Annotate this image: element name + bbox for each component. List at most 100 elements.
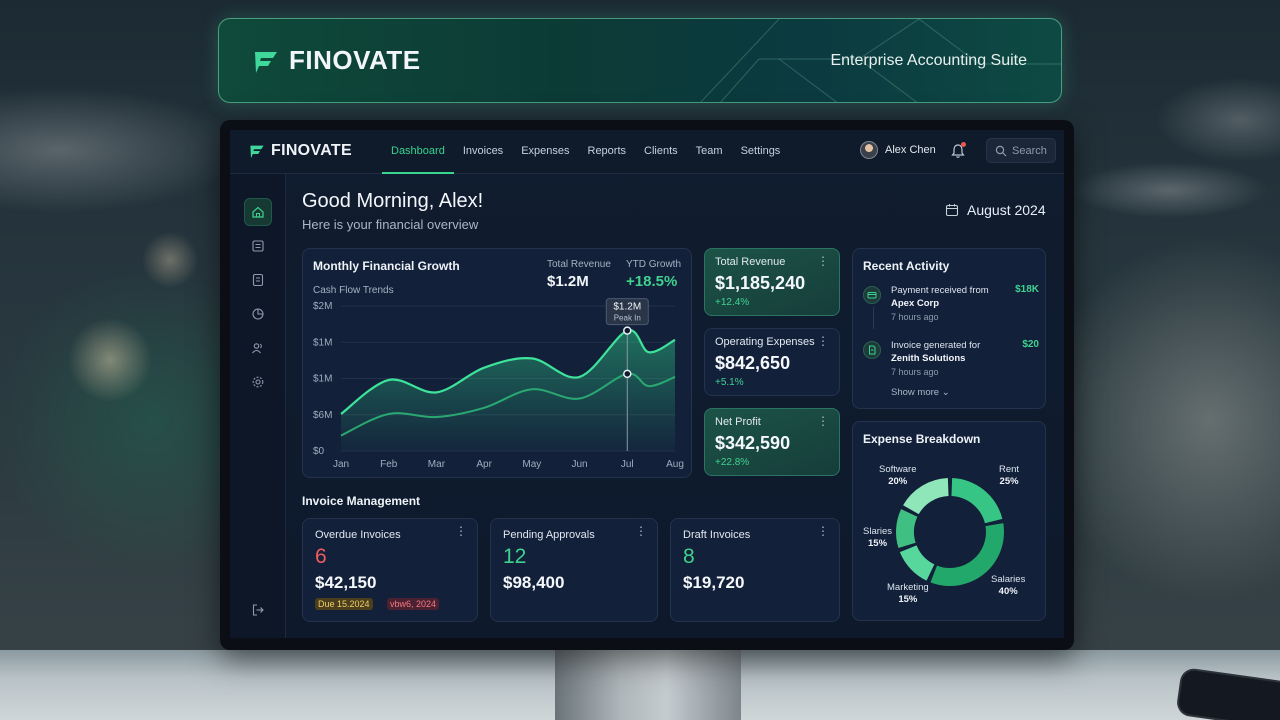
banner-tagline: Enterprise Accounting Suite bbox=[830, 52, 1027, 69]
nav-clients[interactable]: Clients bbox=[635, 130, 687, 174]
document-icon bbox=[863, 341, 881, 359]
activity-item[interactable]: Payment received from Apex Corp 7 hours … bbox=[863, 284, 1039, 324]
x-tick-label: Jan bbox=[333, 459, 349, 470]
stat-label: Operating Expenses bbox=[715, 336, 815, 348]
slice-name: Salaries bbox=[991, 574, 1026, 585]
top-navigation: FINOVATE Dashboard Invoices Expenses Rep… bbox=[230, 130, 1064, 174]
sidebar-item-analytics[interactable] bbox=[244, 300, 272, 328]
activity-amount: $20 bbox=[1022, 339, 1039, 350]
sidebar-item-invoices[interactable] bbox=[244, 232, 272, 260]
date-selector[interactable]: August 2024 bbox=[945, 202, 1046, 218]
total-revenue-value: $1.2M bbox=[547, 273, 589, 290]
slice-label-marketing: Marketing 15% bbox=[887, 582, 929, 606]
user-name: Alex Chen bbox=[885, 144, 936, 156]
invoice-management-heading: Invoice Management bbox=[302, 494, 421, 508]
logout-icon bbox=[252, 604, 264, 616]
nav-reports[interactable]: Reports bbox=[579, 130, 636, 174]
more-options-icon[interactable]: ⋮ bbox=[455, 525, 467, 537]
more-options-icon[interactable]: ⋮ bbox=[817, 415, 829, 427]
greeting-subtitle: Here is your financial overview bbox=[302, 217, 479, 232]
dashboard-screen: FINOVATE Dashboard Invoices Expenses Rep… bbox=[230, 130, 1064, 638]
slice-pct: 25% bbox=[999, 476, 1019, 487]
stat-card-operating-expenses[interactable]: Operating Expenses ⋮ $842,650 +5.1% bbox=[704, 328, 840, 396]
more-options-icon[interactable]: ⋮ bbox=[817, 335, 829, 347]
donut-slice-marketing[interactable] bbox=[899, 545, 935, 581]
activity-client: Apex Corp bbox=[891, 298, 940, 309]
nav-settings[interactable]: Settings bbox=[732, 130, 790, 174]
slice-label-slaries: Slaries 15% bbox=[863, 526, 892, 550]
notification-dot bbox=[961, 142, 966, 147]
y-tick-label: $1M bbox=[313, 374, 332, 385]
sidebar-item-users[interactable] bbox=[244, 334, 272, 362]
chevron-down-icon: ⌄ bbox=[941, 387, 950, 398]
more-options-icon[interactable]: ⋮ bbox=[817, 255, 829, 267]
nav-team[interactable]: Team bbox=[687, 130, 732, 174]
stat-change: +22.8% bbox=[715, 457, 750, 468]
invoice-label: Overdue Invoices bbox=[315, 529, 401, 541]
greeting-title: Good Morning, Alex! bbox=[302, 190, 484, 212]
nav-expenses[interactable]: Expenses bbox=[512, 130, 578, 174]
slice-label-software: Software 20% bbox=[879, 464, 917, 488]
activity-description: Invoice generated for bbox=[891, 340, 981, 351]
slice-pct: 15% bbox=[868, 538, 888, 549]
search-icon bbox=[995, 145, 1007, 156]
activity-item[interactable]: Invoice generated for Zenith Solutions 7… bbox=[863, 339, 1039, 379]
highlight-point bbox=[623, 326, 632, 335]
invoice-card-overdue[interactable]: Overdue Invoices ⋮ 6 $42,150 Due 15.2024… bbox=[302, 518, 478, 622]
due-date-badge: Due 15.2024 bbox=[315, 598, 373, 610]
home-icon bbox=[252, 206, 264, 218]
overdue-date-badge: vbw6, 2024 bbox=[387, 598, 440, 610]
recent-activity-card: Recent Activity Payment received from Ap… bbox=[852, 248, 1046, 409]
stat-card-net-profit[interactable]: Net Profit ⋮ $342,590 +22.8% bbox=[704, 408, 840, 476]
nav-brand-name: FINOVATE bbox=[271, 142, 352, 159]
x-tick-label: Jun bbox=[572, 459, 588, 470]
show-more-link[interactable]: Show more ⌄ bbox=[891, 387, 950, 398]
stat-value: $342,590 bbox=[715, 433, 791, 453]
invoice-card-pending[interactable]: Pending Approvals ⋮ 12 $98,400 bbox=[490, 518, 658, 622]
slice-pct: 40% bbox=[998, 586, 1018, 597]
activity-text: Payment received from Apex Corp bbox=[891, 284, 989, 310]
expense-breakdown-card: Expense Breakdown Software 20% Rent 25% … bbox=[852, 421, 1046, 621]
sidebar-item-tasks[interactable] bbox=[244, 266, 272, 294]
invoice-label: Pending Approvals bbox=[503, 529, 595, 541]
stat-label: Net Profit bbox=[715, 416, 761, 428]
slice-name: Software bbox=[879, 464, 917, 475]
y-tick-label: $6M bbox=[313, 410, 332, 421]
more-options-icon[interactable]: ⋮ bbox=[635, 525, 647, 537]
nav-dashboard[interactable]: Dashboard bbox=[382, 130, 454, 174]
y-tick-label: $1M bbox=[313, 337, 332, 348]
user-menu[interactable]: Alex Chen bbox=[860, 141, 936, 159]
tooltip-label: Peak In bbox=[614, 314, 641, 323]
total-revenue-label: Total Revenue bbox=[547, 259, 611, 270]
stat-value: $1,185,240 bbox=[715, 273, 806, 293]
nav-logo[interactable]: FINOVATE bbox=[248, 142, 352, 160]
sidebar-item-home[interactable] bbox=[244, 198, 272, 226]
activity-time: 7 hours ago bbox=[891, 312, 939, 322]
chart-subtitle: Cash Flow Trends bbox=[313, 285, 394, 296]
finovate-logo-icon bbox=[250, 145, 264, 159]
gear-icon bbox=[252, 376, 264, 388]
monitor-stand bbox=[555, 648, 741, 720]
sidebar-item-logout[interactable] bbox=[244, 596, 272, 624]
invoice-amount: $42,150 bbox=[315, 573, 377, 592]
chart-title: Monthly Financial Growth bbox=[313, 259, 460, 273]
monitor: FINOVATE Dashboard Invoices Expenses Rep… bbox=[220, 120, 1074, 650]
slice-name: Slaries bbox=[863, 526, 893, 537]
y-tick-label: $2M bbox=[313, 301, 332, 312]
search-input[interactable]: Search bbox=[986, 138, 1056, 163]
stat-card-total-revenue[interactable]: Total Revenue ⋮ $1,185,240 +12.4% bbox=[704, 248, 840, 316]
invoice-count: 12 bbox=[503, 545, 527, 568]
more-options-icon[interactable]: ⋮ bbox=[817, 525, 829, 537]
activity-time: 7 hours ago bbox=[891, 367, 939, 377]
ytd-growth-value: +18.5% bbox=[626, 273, 678, 290]
donut-slice-rent[interactable] bbox=[951, 478, 1003, 524]
donut-slice-slaries[interactable] bbox=[896, 509, 918, 549]
x-tick-label: Aug bbox=[666, 459, 684, 470]
brand-banner: FINOVATE Enterprise Accounting Suite bbox=[218, 18, 1062, 103]
nav-invoices[interactable]: Invoices bbox=[454, 130, 512, 174]
sidebar-item-settings[interactable] bbox=[244, 368, 272, 396]
invoice-count: 8 bbox=[683, 545, 695, 568]
invoice-amount: $98,400 bbox=[503, 573, 565, 592]
stat-label: Total Revenue bbox=[715, 256, 786, 268]
invoice-card-draft[interactable]: Draft Invoices ⋮ 8 $19,720 bbox=[670, 518, 840, 622]
